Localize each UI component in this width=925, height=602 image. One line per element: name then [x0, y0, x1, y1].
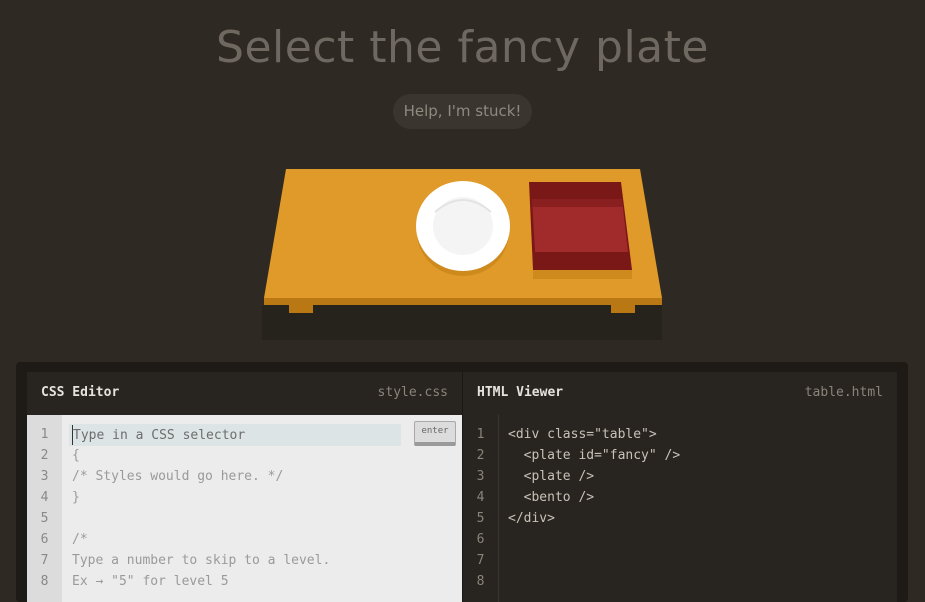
markup-text: <bento />	[508, 490, 595, 505]
line-number: 1	[476, 427, 485, 442]
html-viewer-header: HTML Viewer table.html	[463, 372, 897, 416]
markup-text: </div>	[508, 511, 555, 526]
html-viewer-title: HTML Viewer	[477, 385, 564, 400]
line-number: 6	[476, 532, 485, 547]
code-text: Ex → "5" for level 5	[72, 574, 229, 589]
line-number: 3	[40, 469, 49, 484]
code-text: {	[72, 448, 80, 463]
line-number: 6	[40, 532, 49, 547]
css-editor-pane: CSS Editor style.css enter 1 2 { 3 /* Styl…	[27, 372, 463, 602]
markup-text: <plate />	[508, 469, 595, 484]
css-selector-input[interactable]	[72, 425, 403, 445]
line-number: 5	[40, 511, 49, 526]
enter-button[interactable]: enter	[414, 421, 456, 446]
html-viewer-pane: HTML Viewer table.html 1 <div class="tabl…	[463, 372, 897, 602]
line-number: 7	[476, 553, 485, 568]
line-number: 2	[476, 448, 485, 463]
line-number: 4	[476, 490, 485, 505]
bento-box[interactable]	[529, 182, 632, 279]
fancy-plate[interactable]	[416, 181, 510, 276]
line-number: 2	[40, 448, 49, 463]
line-number: 7	[40, 553, 49, 568]
line-number: 3	[476, 469, 485, 484]
markup-text: <div class="table">	[508, 427, 657, 442]
code-text: }	[72, 490, 80, 505]
html-viewer-body: 1 <div class="table"> 2 <plate id="fancy"…	[463, 415, 897, 602]
css-editor-body: enter 1 2{ 3/* Styles would go here. */ …	[27, 415, 462, 602]
line-number: 8	[40, 574, 49, 589]
code-text: /*	[72, 532, 88, 547]
markup-text: <plate id="fancy" />	[508, 448, 681, 463]
table-scene	[262, 169, 662, 340]
line-number: 5	[476, 511, 485, 526]
css-editor-filename: style.css	[377, 385, 448, 400]
line-number: 8	[476, 574, 485, 589]
css-editor-header: CSS Editor style.css	[27, 372, 462, 416]
html-viewer-filename: table.html	[804, 385, 883, 400]
line-number: 1	[40, 427, 49, 442]
code-text: /* Styles would go here. */	[72, 469, 284, 484]
css-editor-title: CSS Editor	[41, 385, 120, 400]
table-edge	[264, 298, 662, 305]
table-shadow	[262, 305, 662, 340]
line-number: 4	[40, 490, 49, 505]
code-text: Type a number to skip to a level.	[72, 553, 331, 568]
